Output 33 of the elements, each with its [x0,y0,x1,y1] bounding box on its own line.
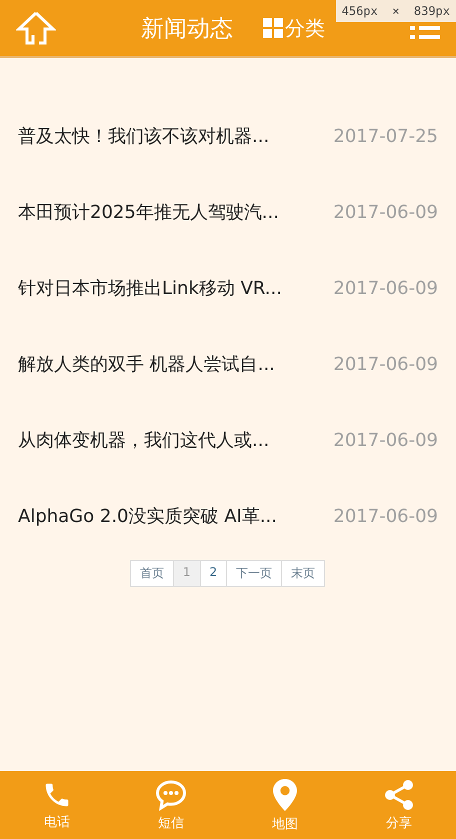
news-title-link[interactable]: 从肉体变机器，我们这代人或... [18,428,270,452]
page-number-link[interactable]: 1 [172,560,200,587]
bottom-nav-item[interactable]: 地图 [228,771,342,839]
share-icon [383,778,415,810]
news-title-link[interactable]: 针对日本市场推出Link移动 VR... [18,276,282,300]
bottom-nav-item[interactable]: 短信 [114,771,228,839]
bottom-nav-item[interactable]: 分享 [342,771,456,839]
page-number-link[interactable]: 2 [200,560,228,587]
bottom-nav-label: 短信 [158,814,184,832]
pagination-link[interactable]: 末页 [281,560,326,587]
news-date: 2017-06-09 [333,506,438,526]
bottom-nav-label: 分享 [386,814,412,832]
chat-bubble-icon [154,778,188,810]
news-title-link[interactable]: 本田预计2025年推无人驾驶汽... [18,200,279,224]
category-button[interactable]: 分类 [263,14,325,42]
news-date: 2017-07-25 [333,126,438,146]
bottom-nav-label: 地图 [272,816,298,832]
pagination-link[interactable]: 下一页 [226,560,282,587]
bottom-nav-label: 电话 [44,814,70,830]
home-icon[interactable] [16,10,56,46]
pagination-link[interactable]: 首页 [130,560,174,587]
news-title-link[interactable]: 普及太快！我们该不该对机器... [18,124,270,148]
map-pin-icon [272,778,298,812]
news-date: 2017-06-09 [333,354,438,374]
grid-icon [263,18,283,38]
page-title: 新闻动态 [141,14,233,44]
news-date: 2017-06-09 [333,202,438,222]
news-date: 2017-06-09 [333,278,438,298]
news-title-link[interactable]: 解放人类的双手 机器人尝试自... [18,352,275,376]
size-tooltip: 456px × 839px [336,0,456,22]
bottom-nav-item[interactable]: 电话 [0,771,114,839]
news-date: 2017-06-09 [333,430,438,450]
news-title-link[interactable]: AlphaGo 2.0没实质突破 AI革... [18,504,277,528]
